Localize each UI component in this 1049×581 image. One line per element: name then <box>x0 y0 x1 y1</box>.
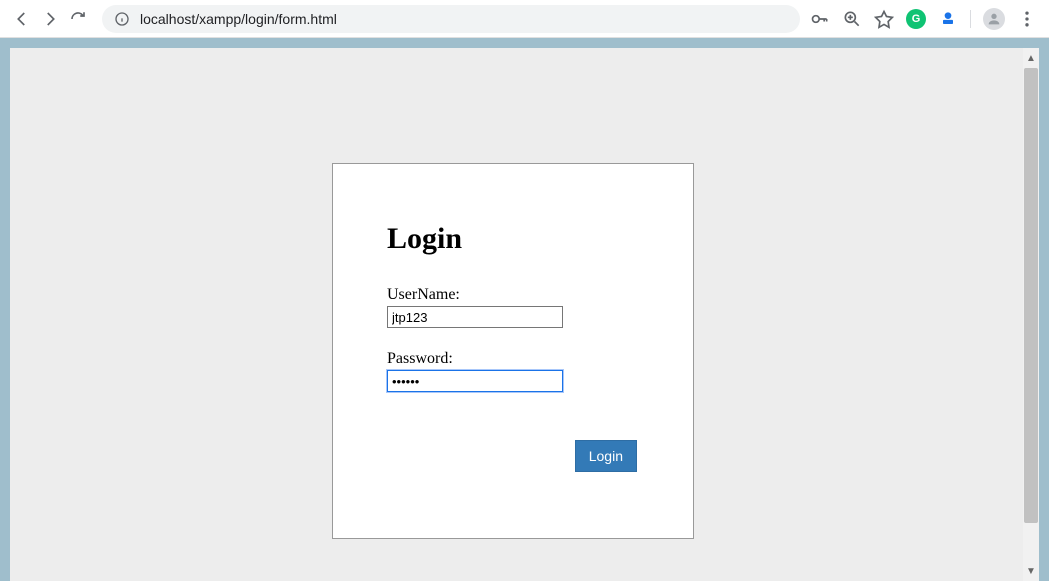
browser-viewport: Login UserName: Password: Login ▲ ▼ <box>0 38 1049 581</box>
key-icon[interactable] <box>810 9 830 29</box>
username-input[interactable] <box>387 306 563 328</box>
url-text: localhost/xampp/login/form.html <box>140 11 337 27</box>
username-label: UserName: <box>387 286 639 304</box>
scrollbar-thumb[interactable] <box>1024 68 1038 523</box>
star-icon[interactable] <box>874 9 894 29</box>
login-form-card: Login UserName: Password: Login <box>332 163 694 539</box>
scroll-up-icon[interactable]: ▲ <box>1023 50 1039 66</box>
zoom-icon[interactable] <box>842 9 862 29</box>
scroll-down-icon[interactable]: ▼ <box>1023 563 1039 579</box>
profile-avatar[interactable] <box>983 8 1005 30</box>
extension-blue-icon[interactable] <box>938 9 958 29</box>
address-bar[interactable]: localhost/xampp/login/form.html <box>102 5 800 33</box>
forward-button[interactable] <box>36 5 64 33</box>
login-button[interactable]: Login <box>575 440 637 472</box>
browser-toolbar: localhost/xampp/login/form.html G <box>0 0 1049 38</box>
site-info-icon[interactable] <box>114 11 130 27</box>
menu-icon[interactable] <box>1017 9 1037 29</box>
back-button[interactable] <box>8 5 36 33</box>
toolbar-right: G <box>810 8 1041 30</box>
vertical-scrollbar[interactable]: ▲ ▼ <box>1023 48 1039 581</box>
page-body: Login UserName: Password: Login ▲ ▼ <box>10 48 1039 581</box>
reload-button[interactable] <box>64 5 92 33</box>
password-input[interactable] <box>387 370 563 392</box>
page-title: Login <box>387 222 639 256</box>
toolbar-divider <box>970 10 971 28</box>
password-label: Password: <box>387 350 639 368</box>
extension-grammarly-icon[interactable]: G <box>906 9 926 29</box>
